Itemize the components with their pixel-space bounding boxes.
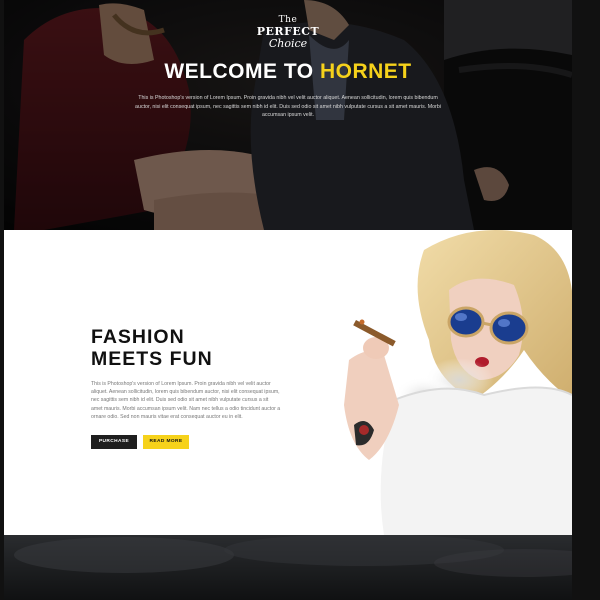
fashion-title-line2: MEETS FUN	[91, 348, 213, 370]
screenshot-frame: The PERFECT Choice WELCOME TO HORNET Thi…	[0, 0, 600, 600]
fashion-section: FASHION MEETS FUN This is Photoshop's ve…	[4, 230, 572, 535]
hero-description: This is Photoshop's version of Lorem Ips…	[135, 95, 441, 119]
hero-title-prefix: WELCOME TO	[164, 60, 320, 83]
model-photo	[344, 230, 572, 535]
logo-line-perfect: PERFECT	[256, 25, 320, 38]
read-more-button[interactable]: READ MORE	[143, 435, 189, 449]
fashion-title-line1: FASHION	[91, 326, 185, 348]
hero-title-accent: HORNET	[319, 60, 412, 83]
landing-page: The PERFECT Choice WELCOME TO HORNET Thi…	[4, 0, 572, 600]
next-section-preview	[4, 535, 572, 600]
purchase-button[interactable]: PURCHASE	[91, 435, 137, 449]
hero-section: The PERFECT Choice WELCOME TO HORNET Thi…	[4, 0, 572, 230]
dark-clouds-background	[4, 535, 572, 600]
hero-title: WELCOME TO HORNET	[4, 60, 572, 84]
fashion-title: FASHION MEETS FUN	[91, 326, 213, 370]
logo-line-choice: Choice	[268, 37, 308, 50]
logo-line-the: The	[278, 15, 298, 25]
brand-logo[interactable]: The PERFECT Choice	[4, 15, 572, 50]
fashion-description: This is Photoshop's version of Lorem Ips…	[91, 381, 281, 420]
